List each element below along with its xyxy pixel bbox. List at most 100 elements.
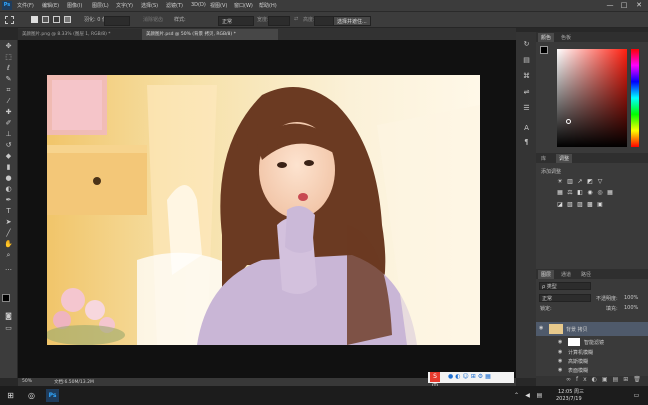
tab-swatches[interactable]: 色板 (558, 33, 574, 42)
style-select[interactable]: 正常 (218, 16, 254, 26)
tab-adjustments[interactable]: 调整 (556, 154, 573, 163)
quick-select-tool-icon[interactable]: ✎ (3, 75, 14, 84)
exposure-icon[interactable]: ◩ (586, 178, 594, 185)
character-panel-icon[interactable]: ☰ (521, 104, 532, 113)
marquee-tool-icon[interactable]: ⬚ (3, 53, 14, 62)
menu-type[interactable]: 文字(Y) (116, 2, 133, 9)
menu-file[interactable]: 文件(F) (17, 2, 34, 9)
close-button[interactable]: ✕ (633, 1, 645, 10)
ime-tools-icons[interactable]: ●◐☺⊞⚙▦ (448, 373, 493, 380)
zoom-tool-icon[interactable]: ⌕ (3, 251, 14, 260)
layer-kind-filter[interactable]: ρ 类型 (539, 282, 591, 290)
clock-time[interactable]: 12:05 周三 (558, 388, 584, 395)
character-a-icon[interactable]: A (521, 124, 532, 133)
history-panel-icon[interactable]: ↻ (521, 40, 532, 49)
color-picker-field[interactable] (557, 49, 627, 147)
eraser-tool-icon[interactable]: ◆ (3, 152, 14, 161)
vibrance-icon[interactable]: ▽ (596, 178, 604, 185)
gradient-tool-icon[interactable]: ▮ (3, 163, 14, 172)
menu-filter[interactable]: 滤镜(T) (166, 2, 183, 9)
clone-stamp-icon[interactable]: ⊥ (3, 130, 14, 139)
antialias-checkbox[interactable]: 消除锯齿 (143, 16, 163, 23)
healing-brush-icon[interactable]: ✚ (3, 108, 14, 117)
feather-input[interactable] (104, 16, 130, 26)
lasso-tool-icon[interactable]: ℓ (3, 64, 14, 73)
dodge-tool-icon[interactable]: ◐ (3, 185, 14, 194)
brush-panel-icon[interactable]: ⌘ (521, 72, 532, 81)
visibility-eye-icon[interactable]: ◉ (539, 325, 543, 331)
minimize-button[interactable]: — (604, 1, 616, 10)
color-lookup-icon[interactable]: ▦ (606, 189, 614, 196)
browser-icon[interactable]: ◎ (25, 389, 38, 402)
fill-value[interactable]: 100% (624, 305, 638, 311)
black-white-icon[interactable]: ◧ (576, 189, 584, 196)
type-tool-icon[interactable]: T (3, 207, 14, 216)
menu-edit[interactable]: 编辑(E) (42, 2, 59, 9)
curves-icon[interactable]: ↗ (576, 178, 584, 185)
color-picker-cursor[interactable] (566, 119, 571, 124)
layer-row-filter-1[interactable]: ◉ 计算机模糊 (536, 348, 648, 357)
line-tool-icon[interactable]: ╱ (3, 229, 14, 238)
notification-icon[interactable]: ▭ (630, 389, 643, 402)
visibility-eye-icon[interactable]: ◉ (558, 349, 562, 355)
new-selection-icon[interactable] (31, 16, 38, 23)
tab-document-1[interactable]: 美颜图片.png @ 8.33% (图层 1, RGB/8) * (18, 29, 148, 40)
layer-row-filter-3[interactable]: ◉ 表面模糊 (536, 366, 648, 375)
tab-layers[interactable]: 图层 (538, 270, 555, 279)
ime-toolbar[interactable]: S 中 ●◐☺⊞⚙▦ (428, 372, 514, 390)
move-tool-icon[interactable]: ✥ (3, 42, 14, 51)
sogou-ime-icon[interactable]: S 中 (430, 372, 440, 390)
subtract-selection-icon[interactable] (53, 16, 60, 23)
fg-color-icon[interactable] (540, 46, 548, 54)
network-icon[interactable]: ▤ (533, 389, 546, 402)
adjust-panel-icon[interactable]: ▤ (521, 56, 532, 65)
menu-help[interactable]: 帮助(H) (259, 2, 277, 9)
layer-row-filter-2[interactable]: ◉ 高斯模糊 (536, 357, 648, 366)
channel-mixer-icon[interactable]: ◎ (596, 189, 604, 196)
menu-window[interactable]: 窗口(W) (234, 2, 253, 9)
layer-row-background-copy[interactable]: ◉ 背景 拷贝 (536, 322, 648, 336)
visibility-eye-icon[interactable]: ◉ (558, 358, 562, 364)
clock-date[interactable]: 2023/7/19 (556, 396, 582, 402)
hand-tool-icon[interactable]: ✋ (3, 240, 14, 249)
visibility-eye-icon[interactable]: ◉ (558, 367, 562, 373)
opacity-value[interactable]: 100% (624, 295, 638, 301)
width-input[interactable] (268, 16, 290, 26)
selective-color-icon[interactable]: ▣ (596, 201, 604, 208)
menu-image[interactable]: 图像(I) (67, 2, 82, 9)
posterize-icon[interactable]: ▧ (566, 201, 574, 208)
swap-icon[interactable]: ⇄ (294, 16, 298, 22)
menu-select[interactable]: 选择(S) (141, 2, 158, 9)
menu-3d[interactable]: 3D(D) (191, 2, 206, 8)
eyedropper-tool-icon[interactable]: ⁄ (3, 97, 14, 106)
history-brush-icon[interactable]: ↺ (3, 141, 14, 150)
visibility-eye-icon[interactable]: ◉ (558, 339, 562, 345)
foreground-color-swatch[interactable] (2, 294, 10, 302)
screen-mode-icon[interactable]: ▭ (3, 324, 14, 333)
invert-icon[interactable]: ◪ (556, 201, 564, 208)
layer-row-smart-filters[interactable]: ◉ 智能滤镜 (536, 337, 648, 347)
document-size[interactable]: 文档:6.50M/13.2M (54, 379, 94, 385)
hue-slider[interactable] (631, 49, 639, 147)
brightness-icon[interactable]: ☀ (556, 178, 564, 185)
blend-mode-select[interactable]: 正常 (539, 294, 591, 302)
menu-view[interactable]: 视图(V) (210, 2, 227, 9)
crop-tool-icon[interactable]: ⌗ (3, 86, 14, 95)
tab-document-2[interactable]: 美颜图片.psd @ 50% (背景 拷贝, RGB/8) * (142, 29, 278, 40)
threshold-icon[interactable]: ▨ (576, 201, 584, 208)
tab-color[interactable]: 颜色 (538, 33, 555, 42)
levels-icon[interactable]: ▥ (566, 178, 574, 185)
path-select-icon[interactable]: ➤ (3, 218, 14, 227)
maximize-button[interactable]: □ (618, 1, 630, 10)
menu-layer[interactable]: 图层(L) (92, 2, 109, 9)
quick-mask-icon[interactable]: ◙ (3, 312, 14, 321)
color-balance-icon[interactable]: ⚖ (566, 189, 574, 196)
photo-filter-icon[interactable]: ◉ (586, 189, 594, 196)
blur-tool-icon[interactable]: ● (3, 174, 14, 183)
select-and-mask-button[interactable]: 选择并遮住... (333, 16, 371, 26)
tab-channels[interactable]: 通道 (558, 270, 574, 279)
brush-tool-icon[interactable]: ✐ (3, 119, 14, 128)
marquee-tool-icon[interactable] (5, 16, 14, 24)
paragraph-panel-icon[interactable]: ¶ (521, 138, 532, 147)
tab-paths[interactable]: 路径 (578, 270, 594, 279)
